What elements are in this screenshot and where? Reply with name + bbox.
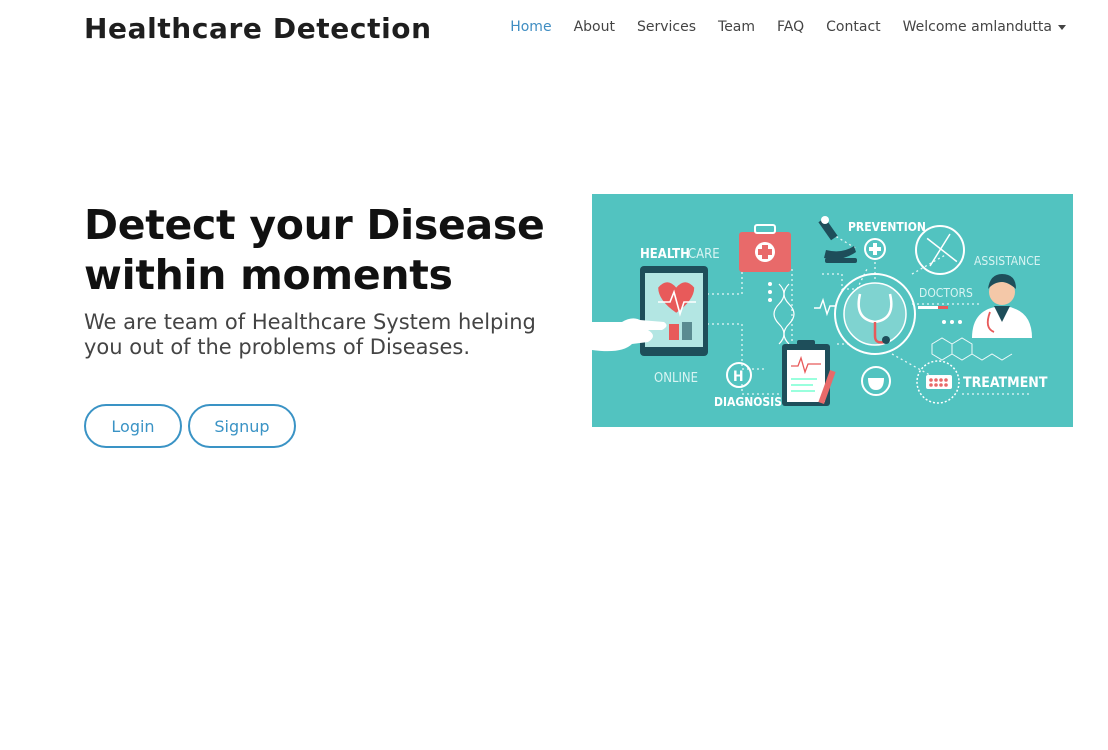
user-menu-label: Welcome amlandutta (902, 19, 1052, 35)
hero-subtitle: We are team of Healthcare System helping… (84, 310, 536, 359)
label-prevention: PREVENTION (848, 220, 926, 234)
nav-services[interactable]: Services (637, 19, 696, 35)
login-button[interactable]: Login (84, 404, 182, 448)
user-menu-dropdown[interactable]: Welcome amlandutta (903, 19, 1066, 35)
nav-home[interactable]: Home (510, 19, 551, 35)
caret-down-icon (1058, 24, 1066, 30)
nav-contact[interactable]: Contact (826, 19, 880, 35)
hero-actions: Login Signup (84, 404, 296, 448)
healthcare-illustration: HEALTH CARE PREVENTION ASSISTANCE DOCTOR… (592, 194, 1073, 427)
hero-headline: Detect your Disease within moments (84, 200, 574, 300)
label-diagnosis: DIAGNOSIS (714, 395, 782, 409)
hero-text: Detect your Disease within moments We ar… (84, 200, 574, 360)
signup-button[interactable]: Signup (188, 404, 296, 448)
headline-line-1: Detect your Disease (84, 201, 545, 249)
main-nav: Home About Services Team FAQ Contact Wel… (488, 19, 1066, 35)
label-healthcare-bold: HEALTH (640, 247, 690, 262)
svg-text:H: H (733, 369, 744, 385)
brand-title[interactable]: Healthcare Detection (84, 12, 432, 45)
label-doctors: DOCTORS (919, 286, 973, 300)
label-online: ONLINE (654, 371, 698, 386)
label-assistance: ASSISTANCE (974, 254, 1041, 268)
nav-team[interactable]: Team (718, 19, 755, 35)
healthcare-infographic: HEALTH CARE PREVENTION ASSISTANCE DOCTOR… (592, 216, 1048, 409)
label-treatment: TREATMENT (963, 375, 1048, 391)
label-healthcare-light: CARE (688, 247, 720, 262)
headline-line-2: within moments (84, 251, 453, 299)
top-navbar: Healthcare Detection Home About Services… (0, 0, 1108, 58)
nav-faq[interactable]: FAQ (777, 19, 804, 35)
nav-about[interactable]: About (574, 19, 615, 35)
